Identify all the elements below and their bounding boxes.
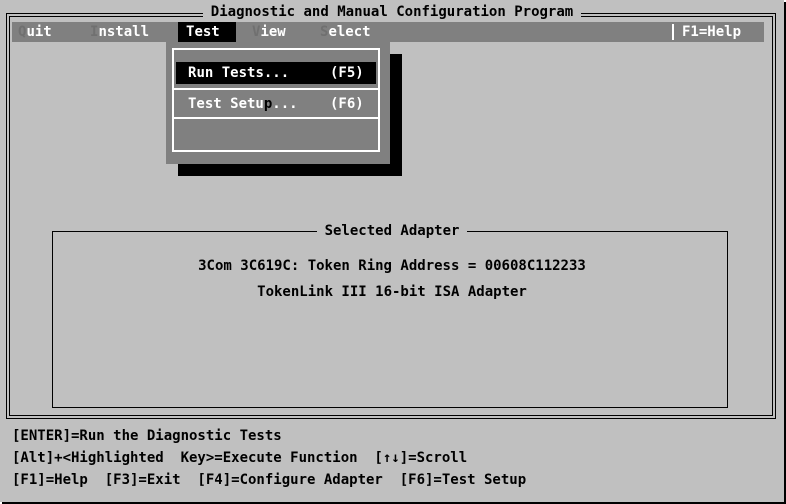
window-title-bar: Diagnostic and Manual Configuration Prog… <box>0 4 784 20</box>
menu-bar: Quit Install Test View Select F1=Help <box>12 22 764 42</box>
menu-select[interactable]: Select <box>320 22 371 42</box>
adapter-model: TokenLink III 16-bit ISA Adapter <box>257 284 527 300</box>
shortcut-f5: (F5) <box>330 65 364 81</box>
status-line-3: [F1]=Help [F3]=Exit [F4]=Configure Adapt… <box>12 472 527 488</box>
menu-test[interactable]: Test <box>178 22 236 42</box>
menu-help[interactable]: F1=Help <box>682 22 741 42</box>
selected-adapter-title: Selected Adapter <box>316 223 468 239</box>
dropdown-item-test-setup[interactable]: Test Setup... (F6) <box>176 93 376 115</box>
adapter-address: 3Com 3C619C: Token Ring Address = 00608C… <box>198 258 586 274</box>
selected-adapter-title-wrap: Selected Adapter <box>0 221 784 241</box>
menu-install[interactable]: Install <box>90 22 149 42</box>
window-title: Diagnostic and Manual Configuration Prog… <box>202 4 582 20</box>
dropdown-separator <box>174 117 378 119</box>
menu-quit[interactable]: Quit <box>18 22 52 42</box>
help-separator <box>672 24 674 40</box>
status-line-2: [Alt]+<Highlighted Key>=Execute Function… <box>12 450 468 466</box>
dos-screen: Diagnostic and Manual Configuration Prog… <box>0 0 784 502</box>
menu-view[interactable]: View <box>252 22 286 42</box>
dropdown-separator <box>174 88 378 90</box>
status-line-1: [ENTER]=Run the Diagnostic Tests <box>12 428 282 444</box>
shortcut-f6: (F6) <box>330 96 364 112</box>
dropdown-item-run-tests[interactable]: Run Tests... (F5) <box>176 62 376 84</box>
